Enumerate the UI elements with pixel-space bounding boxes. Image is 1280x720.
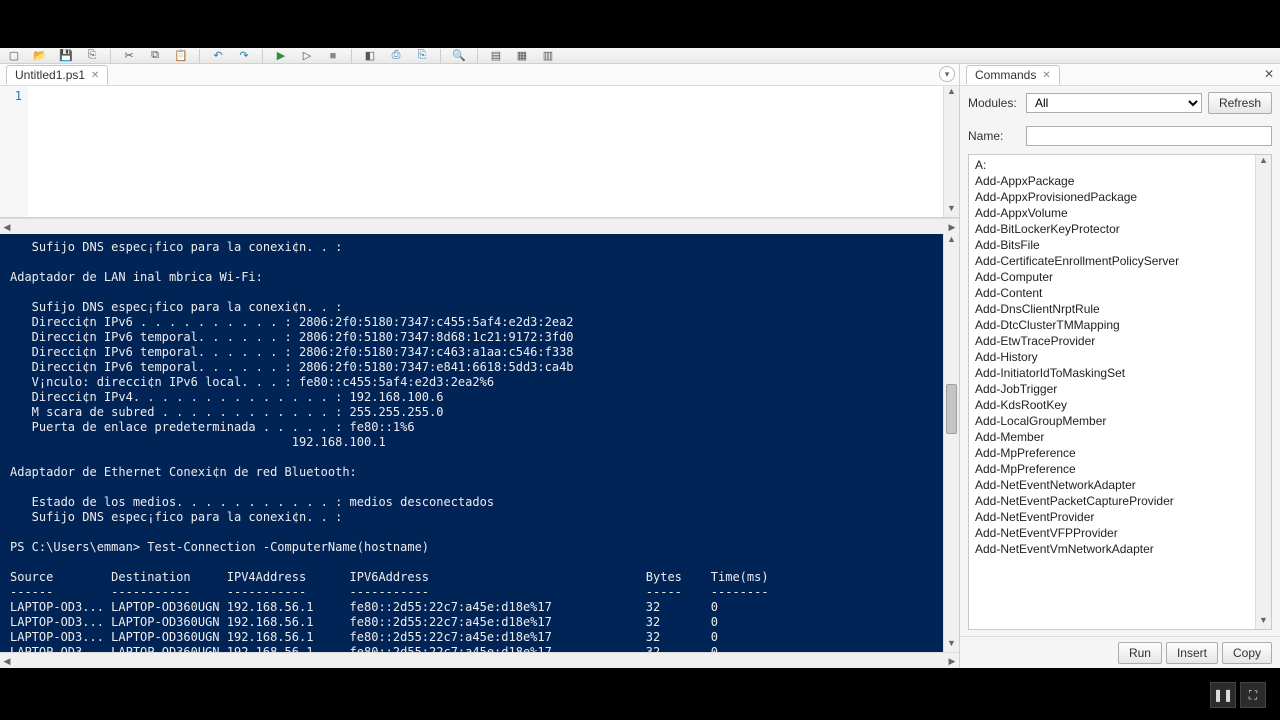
open-icon[interactable]: 📂 [30, 49, 50, 63]
zoom-icon[interactable]: 🔍 [449, 49, 469, 63]
list-item[interactable]: Add-BitLockerKeyProtector [969, 221, 1255, 237]
new-icon[interactable]: ▢ [4, 49, 24, 63]
undo-icon[interactable]: ↶ [208, 49, 228, 63]
copy-icon[interactable]: ⧉ [145, 49, 165, 63]
console-output[interactable]: Sufijo DNS espec¡fico para la conexi¢n. … [0, 234, 943, 652]
script-editor[interactable]: 1 ▲ ▼ [0, 86, 959, 218]
tab-scroll-button[interactable]: ▾ [939, 66, 955, 82]
list-item[interactable]: Add-JobTrigger [969, 381, 1255, 397]
stop-icon[interactable]: ■ [323, 49, 343, 63]
scroll-right-icon[interactable]: ▶ [945, 219, 959, 234]
paste-icon[interactable]: 📋 [171, 49, 191, 63]
copy-button[interactable]: Copy [1222, 642, 1272, 664]
list-item[interactable]: Add-LocalGroupMember [969, 413, 1255, 429]
list-item[interactable]: Add-AppxProvisionedPackage [969, 189, 1255, 205]
letterbox-bottom: ❚❚ ⛶ [0, 668, 1280, 720]
list-item[interactable]: Add-NetEventNetworkAdapter [969, 477, 1255, 493]
scroll-down-icon[interactable]: ▼ [944, 203, 959, 217]
script-tabstrip: Untitled1.ps1 ✕ ▾ [0, 64, 959, 86]
list-item[interactable]: Add-NetEventProvider [969, 509, 1255, 525]
scroll-right-icon[interactable]: ▶ [945, 653, 959, 668]
list-item[interactable]: Add-MpPreference [969, 461, 1255, 477]
editor-hscrollbar[interactable]: ◀ ▶ [0, 218, 959, 234]
panel-close-icon[interactable]: ✕ [1264, 67, 1274, 81]
list-item[interactable]: Add-Member [969, 429, 1255, 445]
letterbox-top [0, 0, 1280, 48]
cut-icon[interactable]: ✂ [119, 49, 139, 63]
editor-gutter: 1 [0, 86, 28, 217]
scroll-down-icon[interactable]: ▼ [944, 638, 959, 652]
scroll-up-icon[interactable]: ▲ [944, 86, 959, 100]
modules-label: Modules: [968, 96, 1020, 110]
cmdlist-vscrollbar[interactable]: ▲ ▼ [1255, 155, 1271, 629]
close-icon[interactable]: ✕ [91, 70, 99, 81]
list-item[interactable]: A: [969, 157, 1255, 173]
list-item[interactable]: Add-NetEventVmNetworkAdapter [969, 541, 1255, 557]
scroll-up-icon[interactable]: ▲ [1256, 155, 1271, 169]
list-item[interactable]: Add-InitiatorIdToMaskingSet [969, 365, 1255, 381]
script-tab[interactable]: Untitled1.ps1 ✕ [6, 65, 108, 85]
list-item[interactable]: Add-NetEventVFPProvider [969, 525, 1255, 541]
console-pane: Sufijo DNS espec¡fico para la conexi¢n. … [0, 234, 959, 652]
list-item[interactable]: Add-EtwTraceProvider [969, 333, 1255, 349]
debug2-icon[interactable]: ⎘ [412, 49, 432, 63]
console-vscrollbar[interactable]: ▲ ▼ [943, 234, 959, 652]
save-icon[interactable]: 💾 [56, 49, 76, 63]
run-icon[interactable]: ▶ [271, 49, 291, 63]
video-fullscreen-button[interactable]: ⛶ [1240, 682, 1266, 708]
command-list[interactable]: A:Add-AppxPackageAdd-AppxProvisionedPack… [969, 155, 1255, 629]
console-hscrollbar[interactable]: ◀ ▶ [0, 652, 959, 668]
layout3-icon[interactable]: ▥ [538, 49, 558, 63]
insert-button[interactable]: Insert [1166, 642, 1218, 664]
name-input[interactable] [1026, 126, 1272, 146]
save-all-icon[interactable]: ⎘ [82, 49, 102, 63]
list-item[interactable]: Add-DtcClusterTMMapping [969, 317, 1255, 333]
list-item[interactable]: Add-History [969, 349, 1255, 365]
close-icon[interactable]: ✕ [1042, 70, 1050, 81]
powershell-ise-window: ▢ 📂 💾 ⎘ ✂ ⧉ 📋 ↶ ↷ ▶ ▷ ■ ◧ ⎙ ⎘ 🔍 ▤ ▦ ▥ Un… [0, 48, 1280, 668]
list-item[interactable]: Add-CertificateEnrollmentPolicyServer [969, 253, 1255, 269]
layout1-icon[interactable]: ▤ [486, 49, 506, 63]
list-item[interactable]: Add-AppxPackage [969, 173, 1255, 189]
run-button[interactable]: Run [1118, 642, 1162, 664]
commands-tabstrip: Commands ✕ ✕ [960, 64, 1280, 86]
toolbar: ▢ 📂 💾 ⎘ ✂ ⧉ 📋 ↶ ↷ ▶ ▷ ■ ◧ ⎙ ⎘ 🔍 ▤ ▦ ▥ [0, 48, 1280, 64]
run-selection-icon[interactable]: ▷ [297, 49, 317, 63]
list-item[interactable]: Add-Computer [969, 269, 1255, 285]
script-tab-label: Untitled1.ps1 [15, 68, 85, 82]
name-label: Name: [968, 129, 1020, 143]
debug1-icon[interactable]: ⎙ [386, 49, 406, 63]
list-item[interactable]: Add-KdsRootKey [969, 397, 1255, 413]
list-item[interactable]: Add-DnsClientNrptRule [969, 301, 1255, 317]
commands-panel: Commands ✕ ✕ Modules: All Refresh Name: [960, 64, 1280, 668]
editor-body[interactable] [28, 86, 943, 217]
redo-icon[interactable]: ↷ [234, 49, 254, 63]
commands-tab-label: Commands [975, 68, 1036, 82]
layout2-icon[interactable]: ▦ [512, 49, 532, 63]
list-item[interactable]: Add-NetEventPacketCaptureProvider [969, 493, 1255, 509]
scrollbar-thumb[interactable] [946, 384, 957, 434]
breakpoint-icon[interactable]: ◧ [360, 49, 380, 63]
scroll-up-icon[interactable]: ▲ [944, 234, 959, 248]
modules-select[interactable]: All [1026, 93, 1202, 113]
video-pause-button[interactable]: ❚❚ [1210, 682, 1236, 708]
tab-commands[interactable]: Commands ✕ [966, 65, 1060, 85]
refresh-button[interactable]: Refresh [1208, 92, 1272, 114]
list-item[interactable]: Add-MpPreference [969, 445, 1255, 461]
scroll-left-icon[interactable]: ◀ [0, 219, 14, 234]
list-item[interactable]: Add-BitsFile [969, 237, 1255, 253]
scroll-left-icon[interactable]: ◀ [0, 653, 14, 668]
scroll-down-icon[interactable]: ▼ [1256, 615, 1271, 629]
line-number: 1 [0, 89, 22, 103]
editor-vscrollbar[interactable]: ▲ ▼ [943, 86, 959, 217]
list-item[interactable]: Add-AppxVolume [969, 205, 1255, 221]
list-item[interactable]: Add-Content [969, 285, 1255, 301]
